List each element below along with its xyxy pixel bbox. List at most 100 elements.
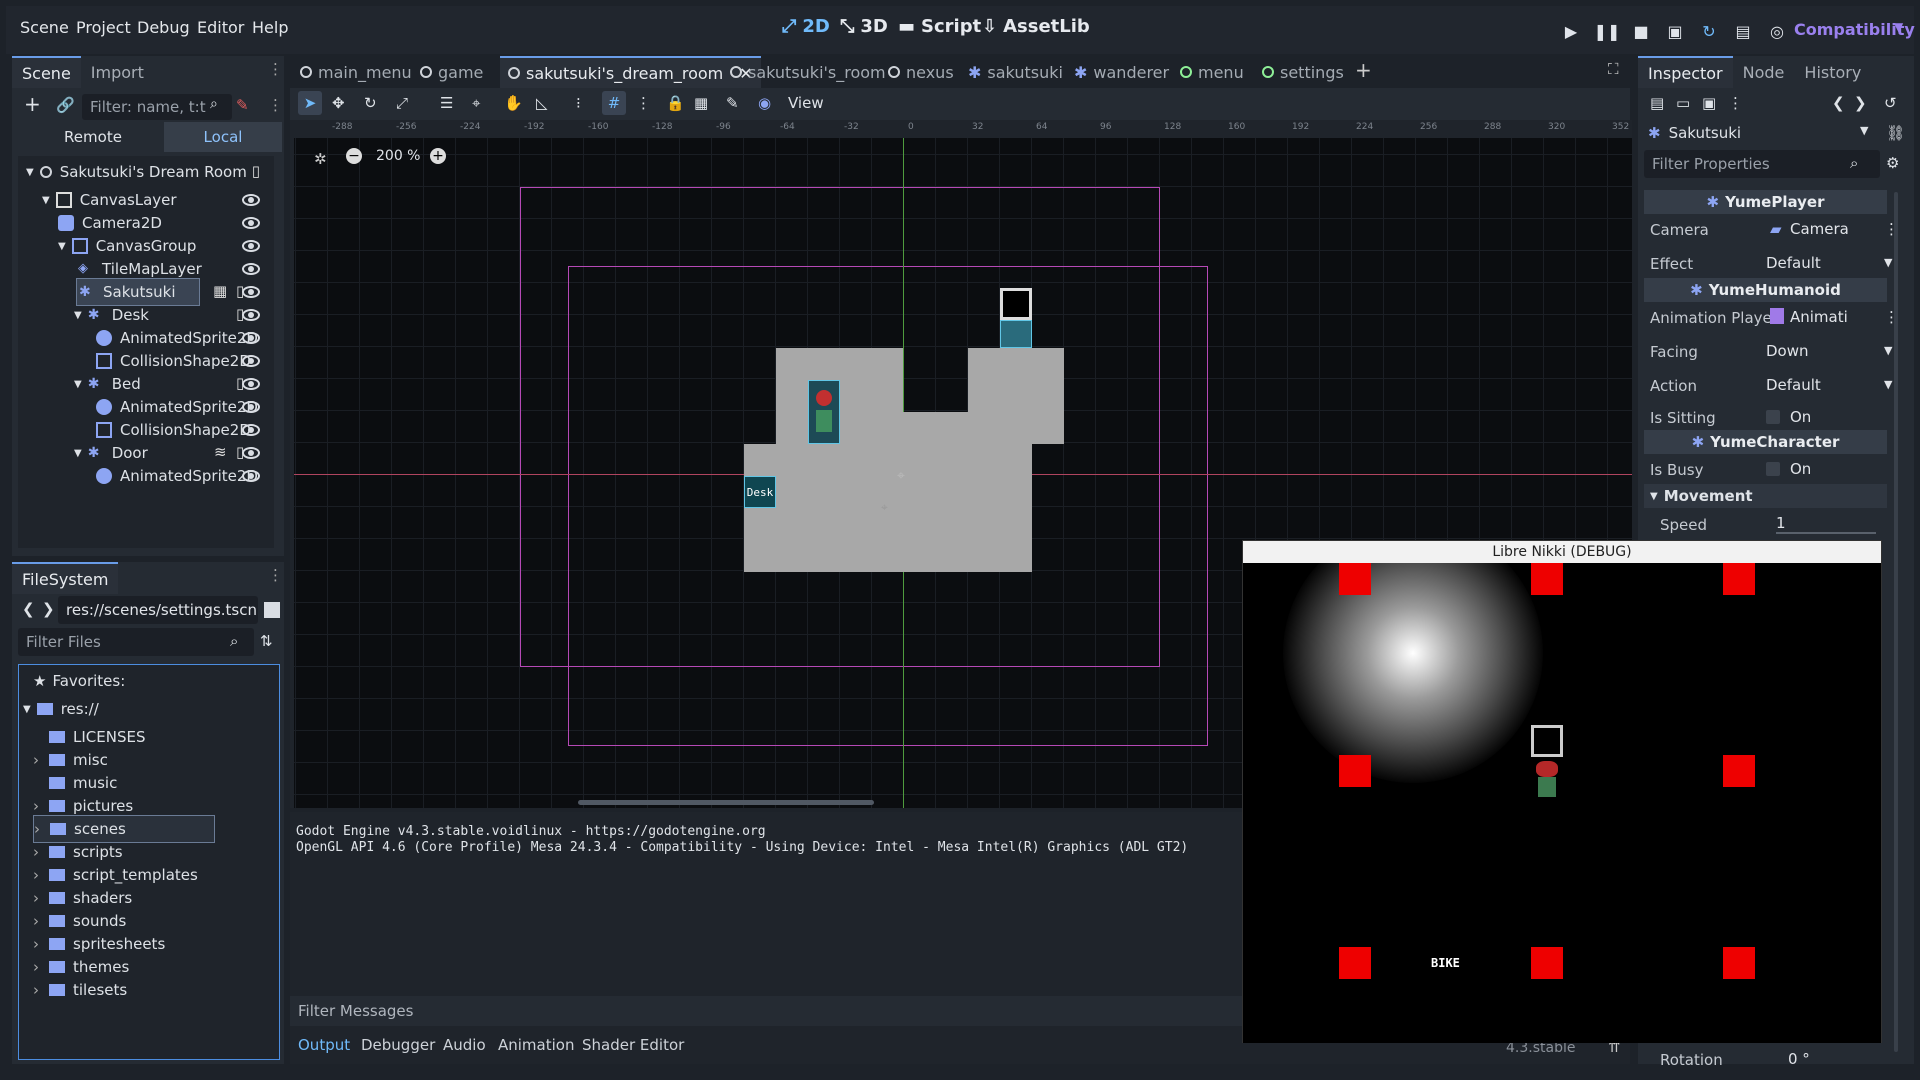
settings-icon[interactable]: ⚙ <box>1886 154 1899 172</box>
back-icon[interactable]: ❮ <box>22 600 35 618</box>
workspace-script-button[interactable]: ▬ Script <box>898 16 981 37</box>
camera-value[interactable]: Camera <box>1790 220 1849 238</box>
play-icon[interactable]: ▶ <box>1560 20 1582 42</box>
facing-select[interactable]: Down <box>1766 342 1809 360</box>
chevron-right-icon[interactable]: › <box>33 981 45 999</box>
res-root-item[interactable]: ▼ res:// <box>23 695 99 723</box>
stop-icon[interactable]: ■ <box>1630 20 1652 42</box>
is-sitting-checkbox[interactable]: On <box>1766 408 1811 426</box>
chevron-down-icon[interactable]: ▼ <box>1860 124 1868 137</box>
tab-main-menu[interactable]: main_menu <box>300 58 412 86</box>
menu-debug[interactable]: Debug <box>137 18 190 37</box>
list-select-icon[interactable]: ☰ <box>440 94 453 112</box>
prop-rotation[interactable]: Rotation <box>1660 1045 1905 1075</box>
tab-filesystem[interactable]: FileSystem <box>12 562 119 594</box>
game-canvas[interactable]: BIKE <box>1243 563 1881 1043</box>
tab-menu[interactable]: menu <box>1180 58 1244 86</box>
link-icon[interactable]: 🔗 <box>56 96 75 114</box>
tab-game[interactable]: game <box>420 58 483 86</box>
animation-player-value[interactable]: Animati <box>1790 308 1848 326</box>
eye-icon[interactable] <box>242 424 260 436</box>
workspace-2d-button[interactable]: ⤢ 2D <box>782 16 830 37</box>
eye-icon[interactable] <box>242 378 260 390</box>
script-icon[interactable]: ▯ <box>252 162 260 180</box>
action-select[interactable]: Default <box>1766 376 1821 394</box>
speed-slider[interactable] <box>1776 532 1876 534</box>
game-window[interactable]: Libre Nikki (DEBUG) BIKE <box>1242 540 1882 1043</box>
chevron-down-icon[interactable]: ▼ <box>1894 20 1903 34</box>
tab-sakutsuki[interactable]: ✱ sakutsuki <box>968 58 1063 86</box>
scale-tool-icon[interactable]: ⤢ <box>396 94 408 112</box>
rotation-value[interactable]: 0 ° <box>1788 1050 1810 1068</box>
menu-help[interactable]: Help <box>252 18 288 37</box>
add-tab-icon[interactable]: + <box>1355 58 1372 82</box>
workspace-assetlib-button[interactable]: ⇩ AssetLib <box>982 16 1090 37</box>
split-view-icon[interactable] <box>264 602 280 618</box>
chevron-right-icon[interactable]: › <box>33 958 45 976</box>
tab-import[interactable]: Import <box>81 56 154 88</box>
object-link-icon[interactable]: ⛓ <box>1886 124 1905 142</box>
chevron-right-icon[interactable]: › <box>33 797 45 815</box>
forward-icon[interactable]: ❯ <box>1854 94 1867 112</box>
history-icon[interactable]: ↺ <box>1884 94 1897 112</box>
chevron-right-icon[interactable]: › <box>33 866 45 884</box>
camera-override-icon[interactable]: ◉ <box>758 94 771 112</box>
zoom-level[interactable]: 200 % <box>376 148 420 164</box>
local-button[interactable]: Local <box>164 122 282 152</box>
tree-item-animatedsprite[interactable]: AnimatedSprite2D <box>96 462 258 490</box>
eye-icon[interactable] <box>242 309 260 321</box>
lock-icon[interactable]: 🔒 <box>666 94 685 112</box>
new-resource-icon[interactable]: ▤ <box>1650 94 1664 112</box>
play-scene-icon[interactable]: ▤ <box>1732 20 1754 42</box>
workspace-3d-button[interactable]: ⤡ 3D <box>840 16 888 37</box>
bottom-tab-output[interactable]: Output <box>298 1036 350 1054</box>
signal-icon[interactable]: ≋ <box>214 443 227 461</box>
object-selector[interactable]: ✱ Sakutsuki <box>1644 120 1880 146</box>
eye-icon[interactable] <box>242 263 260 275</box>
chevron-right-icon[interactable]: › <box>33 751 45 769</box>
distraction-free-icon[interactable]: ⛶ <box>1608 60 1619 78</box>
effect-select[interactable]: Default <box>1766 254 1821 272</box>
zoom-in-icon[interactable]: + <box>430 148 446 164</box>
more-icon[interactable]: ⋮ <box>268 96 283 114</box>
chevron-down-icon[interactable]: ▼ <box>1884 256 1892 269</box>
door-sprite[interactable] <box>1000 288 1032 320</box>
menu-scene[interactable]: Scene <box>20 18 69 37</box>
save-icon[interactable]: ▣ <box>1702 94 1716 112</box>
remote-button[interactable]: Remote <box>24 122 162 152</box>
chevron-right-icon[interactable]: › <box>33 889 45 907</box>
menu-project[interactable]: Project <box>76 18 131 37</box>
chevron-right-icon[interactable]: › <box>33 935 45 953</box>
section-movement[interactable]: ▼ Movement <box>1644 484 1887 508</box>
chevron-right-icon[interactable]: › <box>33 912 45 930</box>
is-busy-checkbox[interactable]: On <box>1766 460 1811 478</box>
script-clear-icon[interactable]: ✎ <box>236 96 249 114</box>
eye-icon[interactable] <box>242 332 260 344</box>
bone-icon[interactable]: ✎ <box>726 94 739 112</box>
sort-icon[interactable]: ⇅ <box>260 632 273 650</box>
chevron-down-icon[interactable]: ▼ <box>1884 378 1892 391</box>
ruler-icon[interactable]: ◺ <box>536 94 548 112</box>
game-window-title[interactable]: Libre Nikki (DEBUG) <box>1243 541 1881 563</box>
bottom-tab-animation[interactable]: Animation <box>498 1036 574 1054</box>
eye-icon[interactable] <box>242 355 260 367</box>
grid-snap-icon[interactable]: # <box>602 91 626 115</box>
favorites-item[interactable]: ★ Favorites: <box>33 667 125 695</box>
horizontal-scrollbar[interactable] <box>578 800 874 805</box>
tab-node[interactable]: Node <box>1733 56 1795 88</box>
eye-icon[interactable] <box>242 447 260 459</box>
chevron-right-icon[interactable]: › <box>34 820 46 838</box>
bottom-tab-audio[interactable]: Audio <box>443 1036 486 1054</box>
tab-sakutsuki-s-room[interactable]: sakutsuki's_room <box>730 58 886 86</box>
center-view-icon[interactable]: ✲ <box>314 150 327 168</box>
tree-item-root[interactable]: ▼ Sakutsuki's Dream Room <box>26 158 247 186</box>
more-icon[interactable]: ⋮ <box>1728 94 1743 112</box>
reload-icon[interactable]: ↻ <box>1698 20 1720 42</box>
filter-properties-input[interactable]: Filter Properties <box>1644 150 1880 178</box>
eye-icon[interactable] <box>242 470 260 482</box>
eye-icon[interactable] <box>242 286 260 298</box>
chevron-down-icon[interactable]: ▼ <box>1884 344 1892 357</box>
eye-icon[interactable] <box>242 240 260 252</box>
rotate-tool-icon[interactable]: ↻ <box>364 94 377 112</box>
filter-files-input[interactable]: Filter Files <box>18 628 254 656</box>
